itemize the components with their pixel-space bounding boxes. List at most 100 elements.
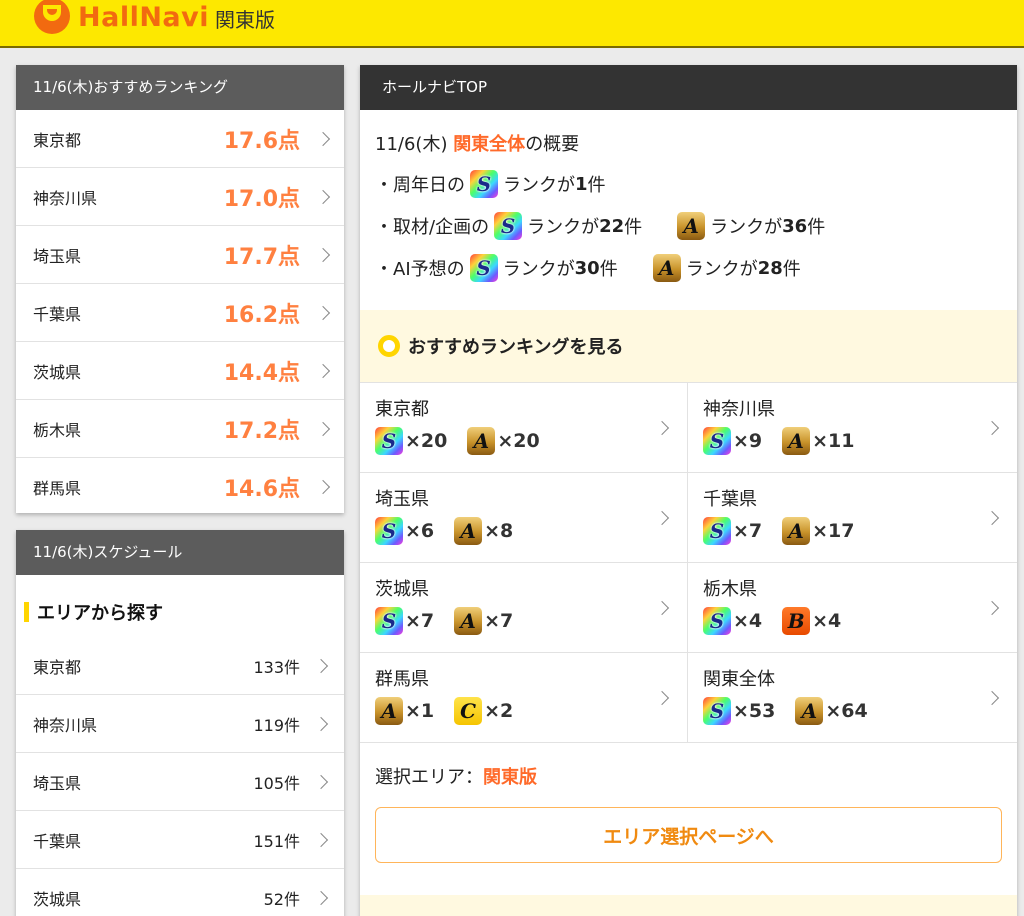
rank-c-badge-icon: C <box>454 697 483 725</box>
schedule-count: 151件 <box>253 831 300 851</box>
area-select-button[interactable]: エリア選択ページへ <box>375 807 1002 863</box>
rank-s-badge-icon: S <box>469 254 498 282</box>
rank-a-badge-icon: A <box>652 254 681 282</box>
logo[interactable]: HallNavi 関東版 <box>34 0 275 34</box>
area-cell[interactable]: 埼玉県 S ×6 A ×8 <box>360 473 688 563</box>
fox-logo-icon <box>34 0 70 34</box>
area-cell[interactable]: 東京都 S ×20 A ×20 <box>360 383 688 473</box>
ranking-row[interactable]: 千葉県 16.2点 <box>16 284 344 342</box>
area-cell[interactable]: 関東全体 S ×53 A ×64 <box>688 653 1017 743</box>
main-panel: ホールナビTOP 11/6(木) 関東全体の概要 ・周年日の S ランクが 1 件 … <box>360 65 1017 916</box>
ranking-area-name: 神奈川県 <box>33 188 98 208</box>
ranking-score: 17.2点 <box>223 418 300 444</box>
schedule-count: 133件 <box>253 657 300 677</box>
rank-a-badge-icon: A <box>454 607 483 635</box>
rank-a-badge-icon: A <box>782 427 811 455</box>
logo-text: HallNavi <box>78 1 209 33</box>
summary-title: 11/6(木) 関東全体の概要 <box>375 130 1017 156</box>
summary-count: 22 <box>599 215 625 237</box>
summary-unit: 件 <box>587 175 606 196</box>
schedule-area-name: 茨城県 <box>33 889 82 909</box>
schedule-row[interactable]: 茨城県 52件 <box>16 869 344 916</box>
ranking-area-name: 栃木県 <box>33 420 82 440</box>
ranking-card: 11/6(木)おすすめランキング 東京都 17.6点 神奈川県 17.0点 埼玉… <box>16 65 344 513</box>
schedule-area-name: 神奈川県 <box>33 715 98 735</box>
summary-count: 36 <box>782 215 808 237</box>
rank-count: ×7 <box>484 610 514 632</box>
selected-area-value: 関東版 <box>483 767 537 788</box>
schedule-row[interactable]: 東京都 133件 <box>16 637 344 695</box>
ranking-score: 17.6点 <box>223 128 300 154</box>
selected-area-label: 選択エリア： <box>375 767 483 788</box>
ranking-row[interactable]: 茨城県 14.4点 <box>16 342 344 400</box>
summary-date: 11/6(木) <box>375 134 454 155</box>
rank-b-badge-icon: B <box>782 607 811 635</box>
rank-a-badge-icon: A <box>454 517 483 545</box>
rank-count: ×11 <box>812 430 855 452</box>
rank-s-badge-icon: S <box>470 170 498 198</box>
summary-unit: 件 <box>807 217 826 238</box>
rank-count: ×2 <box>484 700 514 722</box>
ranking-area-name: 千葉県 <box>33 304 82 324</box>
edition-label: 関東版 <box>215 7 275 32</box>
area-cell[interactable]: 千葉県 S ×7 A ×17 <box>688 473 1017 563</box>
ranking-row[interactable]: 東京都 17.6点 <box>16 110 344 168</box>
summary-section: 11/6(木) 関東全体の概要 ・周年日の S ランクが 1 件 ・取材/企画の S… <box>360 110 1017 310</box>
summary-text: ランクが <box>527 217 600 238</box>
schedule-section-title: エリアから探す <box>37 603 163 624</box>
schedule-row[interactable]: 埼玉県 105件 <box>16 753 344 811</box>
schedule-row[interactable]: 神奈川県 119件 <box>16 695 344 753</box>
area-cell[interactable]: 茨城県 S ×7 A ×7 <box>360 563 688 653</box>
area-name: 栃木県 <box>703 579 757 600</box>
area-name: 群馬県 <box>375 669 429 690</box>
area-name: 関東全体 <box>703 669 775 690</box>
rank-count: ×4 <box>733 610 763 632</box>
summary-text: ランクが <box>685 259 758 280</box>
ranking-row[interactable]: 埼玉県 17.7点 <box>16 226 344 284</box>
rank-count: ×9 <box>733 430 763 452</box>
ranking-score: 17.7点 <box>223 244 300 270</box>
area-cell[interactable]: 神奈川県 S ×9 A ×11 <box>688 383 1017 473</box>
rank-count: ×20 <box>405 430 448 452</box>
ranking-row[interactable]: 神奈川県 17.0点 <box>16 168 344 226</box>
area-name: 神奈川県 <box>703 399 775 420</box>
chevron-right-icon <box>315 189 331 204</box>
rank-s-badge-icon: S <box>375 427 403 455</box>
rank-s-badge-icon: S <box>375 607 403 635</box>
rank-count: ×8 <box>484 520 514 542</box>
area-name: 東京都 <box>375 399 429 420</box>
circle-icon <box>378 335 400 357</box>
area-grid: 東京都 S ×20 A ×20 神奈川県 S ×9 A ×11 埼玉県 S ×6… <box>360 382 1017 743</box>
summary-suffix: の概要 <box>525 134 580 155</box>
recommend-ranking-header[interactable]: おすすめランキングを見る <box>360 310 1017 382</box>
summary-line-coverage: ・取材/企画の S ランクが 22 件 A ランクが 36 件 <box>375 212 1017 240</box>
ranking-row[interactable]: 群馬県 14.6点 <box>16 458 344 516</box>
schedule-area-name: 埼玉県 <box>33 773 82 793</box>
area-cell[interactable]: 群馬県 A ×1 C ×2 <box>360 653 688 743</box>
schedule-title: 11/6(木)スケジュール <box>16 530 344 575</box>
ranking-area-name: 茨城県 <box>33 362 82 382</box>
ranking-row[interactable]: 栃木県 17.2点 <box>16 400 344 458</box>
chevron-right-icon <box>315 363 331 378</box>
schedule-area-name: 千葉県 <box>33 831 82 851</box>
ranking-score: 14.6点 <box>223 477 300 502</box>
summary-region-link[interactable]: 関東全体 <box>453 134 525 155</box>
summary-count: 1 <box>575 173 588 195</box>
ranking-area-name: 群馬県 <box>33 479 82 498</box>
area-name: 埼玉県 <box>375 489 429 510</box>
schedule-card: 11/6(木)スケジュール エリアから探す 東京都 133件 神奈川県 119件… <box>16 530 344 916</box>
summary-count: 28 <box>757 257 783 279</box>
area-cell[interactable]: 栃木県 S ×4 B ×4 <box>688 563 1017 653</box>
recommend-ranking-label: おすすめランキングを見る <box>408 337 624 358</box>
next-section-strip <box>360 895 1017 916</box>
ranking-score: 17.0点 <box>223 186 300 212</box>
rank-a-badge-icon: A <box>782 517 811 545</box>
schedule-row[interactable]: 千葉県 151件 <box>16 811 344 869</box>
chevron-right-icon <box>315 247 331 262</box>
rank-s-badge-icon: S <box>703 697 731 725</box>
chevron-right-icon <box>313 716 329 731</box>
rank-s-badge-icon: S <box>703 517 731 545</box>
schedule-count: 119件 <box>253 715 300 735</box>
rank-count: ×20 <box>497 430 540 452</box>
chevron-right-icon <box>315 421 331 436</box>
